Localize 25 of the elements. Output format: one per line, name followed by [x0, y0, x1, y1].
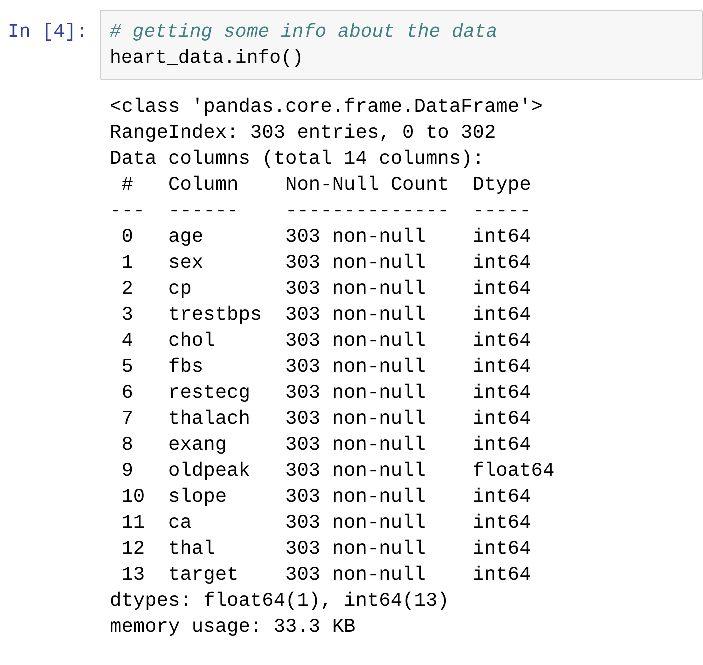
output-line: <class 'pandas.core.frame.DataFrame'> — [110, 95, 543, 120]
code-line: # getting some info about the data — [110, 20, 498, 45]
output-line: 10 slope 303 non-null int64 — [120, 485, 532, 510]
output-line: --- ------ -------------- ----- — [110, 199, 532, 224]
output-line: 9 oldpeak 303 non-null float64 — [120, 459, 555, 484]
output-line: dtypes: float64(1), int64(13) — [110, 589, 450, 614]
output-line: 1 sex 303 non-null int64 — [120, 251, 532, 276]
output-line: memory usage: 33.3 KB — [110, 615, 356, 640]
output-line: 11 ca 303 non-null int64 — [120, 511, 532, 536]
output-line: 2 cp 303 non-null int64 — [120, 277, 532, 302]
output-line: 5 fbs 303 non-null int64 — [120, 355, 532, 380]
output-line: 13 target 303 non-null int64 — [120, 563, 532, 588]
output-line: 3 trestbps 303 non-null int64 — [120, 303, 532, 328]
output-line: Data columns (total 14 columns): — [110, 147, 484, 172]
output-line: 12 thal 303 non-null int64 — [120, 537, 532, 562]
output-line: # Column Non-Null Count Dtype — [120, 173, 532, 198]
output-line: 6 restecg 303 non-null int64 — [120, 381, 532, 406]
output-line: RangeIndex: 303 entries, 0 to 302 — [110, 121, 496, 146]
code-input-field[interactable]: # getting some info about the data heart_data.info() — [100, 10, 703, 80]
output-line: 0 age 303 non-null int64 — [120, 225, 532, 250]
output-line: 8 exang 303 non-null int64 — [120, 433, 532, 458]
code-line: heart_data.info() — [110, 46, 304, 71]
cell-prompt: In [4]: — [8, 21, 88, 43]
output-line: 7 thalach 303 non-null int64 — [120, 407, 532, 432]
output-line: 4 chol 303 non-null int64 — [120, 329, 532, 354]
